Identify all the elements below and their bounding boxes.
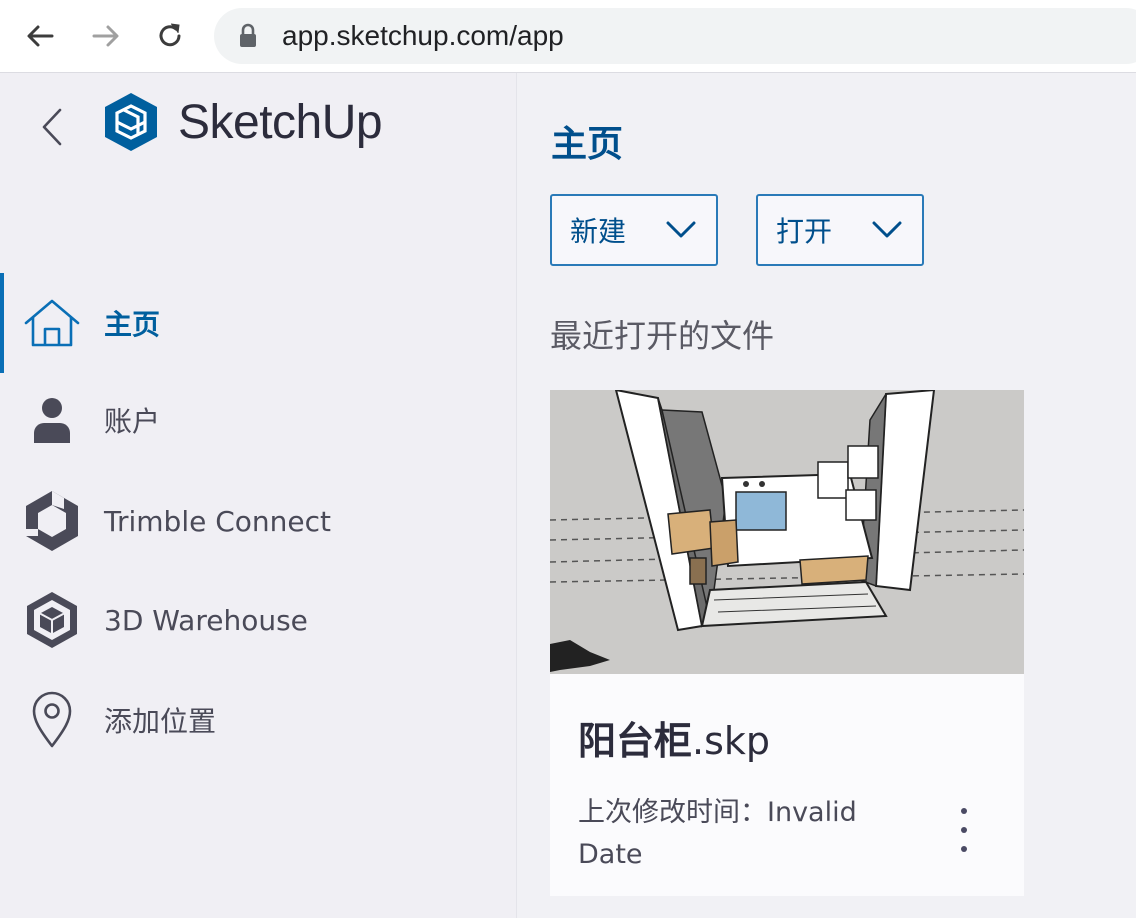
dot [961, 827, 967, 833]
reload-icon[interactable] [152, 18, 188, 54]
location-pin-icon [22, 690, 82, 750]
sidebar-item-add-location[interactable]: 添加位置 [0, 670, 516, 770]
recent-files-heading: 最近打开的文件 [550, 317, 775, 355]
sidebar-item-3d-warehouse[interactable]: 3D Warehouse [0, 570, 516, 670]
lock-icon [238, 23, 258, 53]
file-modified-info: 上次修改时间：Invalid Date [578, 792, 918, 876]
sketchup-logo-icon [105, 93, 157, 151]
url-text: app.sketchup.com/app [282, 20, 564, 51]
more-options-icon[interactable] [950, 808, 978, 852]
file-name[interactable]: 阳台柜.skp [578, 710, 770, 765]
file-name-extension: .skp [692, 719, 771, 763]
active-indicator [0, 273, 4, 373]
browser-toolbar: app.sketchup.com/app [0, 0, 1136, 73]
address-bar[interactable]: app.sketchup.com/app [214, 8, 1136, 64]
sketchup-logo[interactable]: SketchUp [102, 91, 383, 153]
sidebar-item-label: 账户 [104, 405, 161, 438]
new-dropdown-button[interactable]: 新建 [550, 194, 718, 266]
sidebar-item-account[interactable]: 账户 [0, 370, 516, 470]
file-name-base: 阳台柜 [578, 719, 693, 763]
open-dropdown-button[interactable]: 打开 [756, 194, 924, 266]
sidebar-item-trimble-connect[interactable]: Trimble Connect [0, 471, 516, 571]
open-button-label: 打开 [776, 215, 833, 248]
sidebar-item-home[interactable]: 主页 [0, 273, 516, 373]
main-content: 主页 新建 打开 最近打开的文件 阳台柜.skp 上次修改时间：Invalid … [517, 73, 1136, 918]
sidebar: SketchUp 主页 账户 Trimble Connect 3D Wareho… [0, 73, 517, 918]
3d-warehouse-icon [22, 590, 82, 650]
chevron-down-icon [666, 218, 696, 246]
sidebar-item-label: 添加位置 [104, 705, 217, 738]
file-card[interactable]: 阳台柜.skp 上次修改时间：Invalid Date [550, 390, 1024, 896]
model-thumbnail[interactable] [550, 390, 1024, 674]
sidebar-item-label: Trimble Connect [104, 504, 332, 538]
chevron-down-icon [872, 218, 902, 246]
user-icon [22, 390, 82, 450]
new-button-label: 新建 [570, 215, 627, 248]
dot [961, 808, 967, 814]
arrow-right-icon[interactable] [88, 18, 124, 54]
arrow-left-icon[interactable] [22, 18, 58, 54]
sidebar-item-label: 主页 [104, 308, 161, 341]
logo-text: SketchUp [178, 95, 383, 149]
dot [961, 846, 967, 852]
home-icon [22, 293, 82, 353]
trimble-connect-icon [22, 491, 82, 551]
modified-label: 上次修改时间： [578, 797, 767, 828]
collapse-sidebar-icon[interactable] [34, 103, 70, 151]
page-title: 主页 [551, 124, 624, 165]
sidebar-item-label: 3D Warehouse [104, 603, 308, 637]
